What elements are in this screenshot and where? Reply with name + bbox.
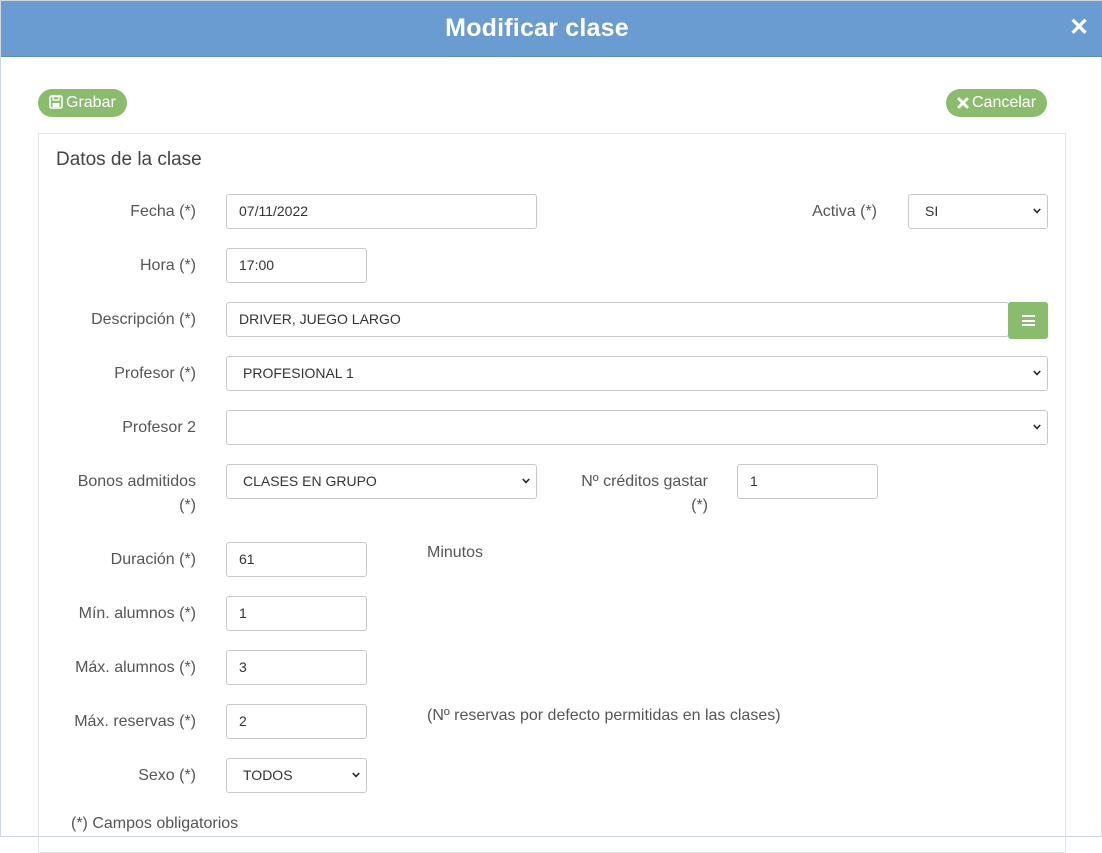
min-alumnos-input[interactable]: 1: [226, 596, 367, 631]
bonos-value: CLASES EN GRUPO: [243, 473, 377, 489]
profesor-label: Profesor (*): [114, 365, 196, 382]
max-alumnos-label: Máx. alumnos (*): [75, 659, 196, 676]
duracion-input[interactable]: 61: [226, 542, 367, 577]
cancel-button[interactable]: Cancelar: [946, 89, 1048, 117]
modify-class-dialog: Modificar clase ✕ Grabar Cancelar Datos …: [0, 0, 1102, 853]
max-reservas-input[interactable]: 2: [226, 704, 367, 739]
bonos-label: Bonos admitidos (*): [41, 470, 196, 518]
close-icon: [957, 97, 969, 109]
floppy-disk-icon: [49, 95, 63, 109]
profesor-value: PROFESIONAL 1: [243, 365, 354, 381]
max-alumnos-input[interactable]: 3: [226, 650, 367, 685]
dialog-title: Modificar clase: [445, 14, 629, 42]
duracion-label: Duración (*): [110, 551, 196, 568]
save-button[interactable]: Grabar: [38, 89, 127, 117]
creditos-label-line2: (*): [691, 497, 708, 514]
cancel-button-label: Cancelar: [972, 94, 1037, 111]
bonos-label-line2: (*): [179, 497, 196, 514]
max-reservas-note: (Nº reservas por defecto permitidas en l…: [427, 707, 781, 724]
sexo-select[interactable]: TODOS: [226, 758, 367, 793]
descripcion-label: Descripción (*): [91, 311, 196, 328]
activa-label: Activa (*): [812, 203, 877, 220]
sexo-value: TODOS: [243, 767, 293, 783]
activa-value: SI: [925, 203, 939, 219]
dialog-header: Modificar clase ✕: [1, 1, 1102, 57]
chevron-down-icon: [1033, 208, 1041, 214]
fecha-label: Fecha (*): [130, 203, 196, 220]
min-alumnos-label: Mín. alumnos (*): [78, 605, 196, 622]
sexo-label: Sexo (*): [138, 767, 196, 784]
save-button-label: Grabar: [66, 94, 116, 111]
close-icon[interactable]: ✕: [1069, 16, 1089, 40]
profesor2-select[interactable]: [226, 410, 1048, 445]
chevron-down-icon: [352, 772, 360, 778]
hora-label: Hora (*): [139, 257, 196, 274]
bonos-label-line1: Bonos admitidos: [77, 473, 196, 490]
hora-input[interactable]: 17:00: [226, 248, 367, 283]
activa-select[interactable]: SI: [908, 194, 1048, 229]
chevron-down-icon: [1033, 424, 1041, 430]
descripcion-input[interactable]: DRIVER, JUEGO LARGO: [226, 302, 1009, 337]
chevron-down-icon: [522, 478, 530, 484]
max-reservas-label: Máx. reservas (*): [74, 713, 196, 730]
description-list-button[interactable]: [1008, 302, 1048, 339]
creditos-label-line1: Nº créditos gastar: [581, 473, 708, 490]
bonos-select[interactable]: CLASES EN GRUPO: [226, 464, 537, 499]
creditos-label: Nº créditos gastar (*): [551, 470, 708, 518]
section-title: Datos de la clase: [56, 149, 202, 170]
profesor-select[interactable]: PROFESIONAL 1: [226, 356, 1048, 391]
profesor2-label: Profesor 2: [122, 419, 196, 436]
fecha-input[interactable]: 07/11/2022: [226, 194, 537, 229]
duracion-unit: Minutos: [427, 544, 484, 561]
creditos-input[interactable]: 1: [737, 464, 878, 499]
chevron-down-icon: [1033, 370, 1041, 376]
required-fields-note: (*) Campos obligatorios: [71, 815, 239, 832]
